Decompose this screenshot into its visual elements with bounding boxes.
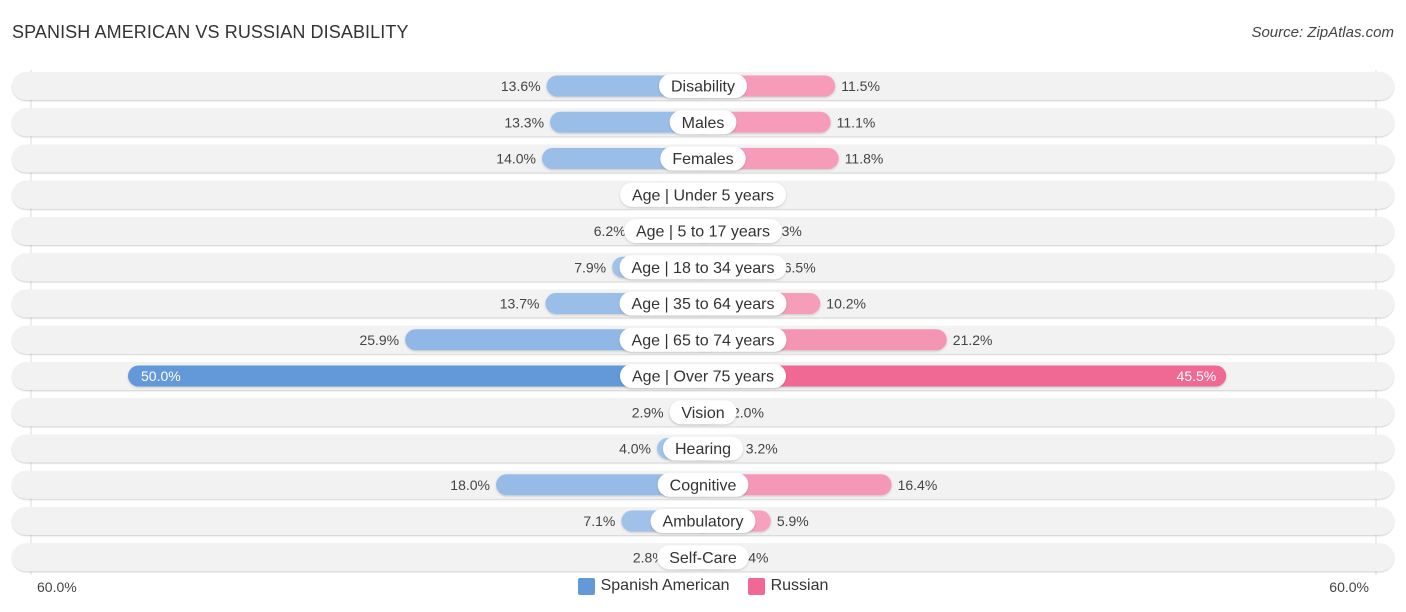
category-label: Cognitive: [670, 477, 737, 494]
chart-row: 4.0% 3.2% Hearing: [12, 434, 1394, 463]
chart-row: 2.9% 2.0% Vision: [12, 398, 1394, 427]
value-label-russian: 5.9%: [777, 513, 809, 529]
legend: Spanish American Russian: [0, 577, 1406, 595]
value-label-russian: 16.4%: [898, 477, 938, 493]
chart-row: 50.0% 45.5% Age | Over 75 years: [12, 362, 1394, 390]
value-label-spanish-american: 7.1%: [583, 513, 615, 529]
category-label: Age | 5 to 17 years: [636, 224, 770, 241]
category-label: Males: [682, 115, 725, 132]
category-label: Age | Under 5 years: [632, 187, 774, 204]
value-label-spanish-american: 50.0%: [141, 368, 181, 384]
legend-swatch-spanish-american: [577, 577, 595, 595]
category-label: Ambulatory: [663, 514, 744, 531]
legend-label-spanish-american: Spanish American: [600, 577, 730, 594]
category-label: Age | 35 to 64 years: [632, 296, 775, 313]
value-label-russian: 3.2%: [746, 441, 778, 457]
value-label-spanish-american: 2.9%: [632, 404, 664, 420]
value-label-spanish-american: 6.2%: [594, 223, 626, 239]
value-label-spanish-american: 18.0%: [450, 477, 490, 493]
value-label-spanish-american: 7.9%: [574, 259, 606, 275]
chart-row: 18.0% 16.4% Cognitive: [12, 470, 1394, 499]
category-label: Age | Over 75 years: [632, 369, 774, 386]
value-label-spanish-american: 25.9%: [359, 332, 399, 348]
value-label-russian: 45.5%: [1177, 368, 1217, 384]
chart-row: 2.8% 2.4%Self-Care: [12, 543, 1394, 572]
chart-row: 13.7% 10.2% Age | 35 to 64 years: [12, 289, 1394, 318]
value-label-russian: 21.2%: [953, 332, 993, 348]
chart-row: 13.3% 11.1% Males: [12, 108, 1394, 137]
category-label: Hearing: [675, 441, 731, 458]
value-label-spanish-american: 4.0%: [619, 441, 651, 457]
value-label-spanish-american: 13.7%: [500, 296, 540, 312]
value-label-russian: 6.5%: [784, 259, 816, 275]
value-label-russian: 11.1%: [837, 114, 876, 130]
legend-item-spanish-american[interactable]: Spanish American: [577, 577, 730, 595]
chart-row: 6.2% 5.3%Age | 5 to 17 years: [12, 217, 1394, 245]
chart-row: 7.9% 6.5% Age | 18 to 34 years: [12, 253, 1394, 282]
category-label: Age | 18 to 34 years: [632, 260, 775, 277]
value-label-spanish-american: 14.0%: [496, 151, 536, 167]
category-label: Females: [672, 151, 733, 168]
value-label-russian: 11.8%: [845, 151, 884, 167]
category-label: Disability: [671, 79, 735, 96]
chart-row: 7.1% 5.9% Ambulatory: [12, 507, 1394, 535]
value-label-spanish-american: 13.6%: [501, 78, 541, 94]
chart-row: 1.1%1.4%Age | Under 5 years: [12, 180, 1394, 209]
value-label-russian: 2.0%: [732, 404, 764, 420]
legend-label-russian: Russian: [770, 577, 829, 594]
chart-row: 13.6% 11.5% Disability: [12, 72, 1394, 100]
chart-row: 25.9% 21.2% Age | 65 to 74 years: [12, 325, 1394, 354]
category-label: Vision: [681, 405, 724, 422]
category-label: Self-Care: [669, 550, 737, 567]
legend-item-russian[interactable]: Russian: [747, 577, 829, 595]
value-label-russian: 11.5%: [841, 78, 880, 94]
diverging-bar-chart: 13.6% 11.5% Disability 13.3% 11.1% Males 14.0%…: [12, 70, 1394, 575]
value-label-russian: 10.2%: [826, 296, 866, 312]
category-label: Age | 65 to 74 years: [632, 332, 775, 349]
value-label-spanish-american: 13.3%: [504, 114, 544, 130]
legend-swatch-russian: [747, 577, 765, 595]
chart-row: 14.0% 11.8% Females: [12, 144, 1394, 173]
